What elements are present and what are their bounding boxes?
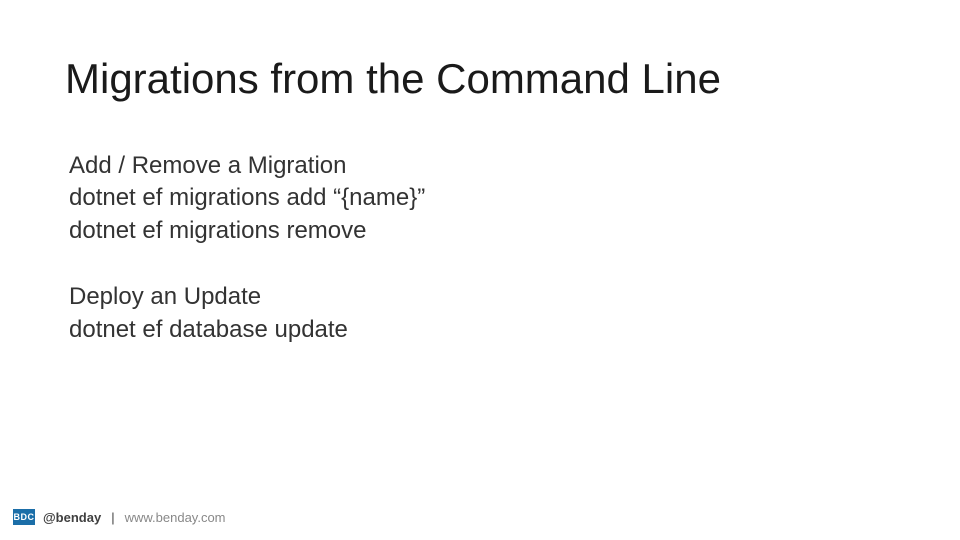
slide: Migrations from the Command Line Add / R… (0, 0, 960, 540)
command-line: dotnet ef migrations remove (69, 215, 425, 247)
section-heading: Add / Remove a Migration (69, 150, 425, 182)
logo-badge: BDC (13, 509, 35, 525)
section-add-remove: Add / Remove a Migration dotnet ef migra… (69, 150, 425, 247)
section-heading: Deploy an Update (69, 281, 425, 313)
section-deploy: Deploy an Update dotnet ef database upda… (69, 281, 425, 346)
command-line: dotnet ef database update (69, 314, 425, 346)
website-url: www.benday.com (125, 510, 226, 525)
command-line: dotnet ef migrations add “{name}” (69, 182, 425, 214)
separator: | (111, 510, 114, 525)
slide-body: Add / Remove a Migration dotnet ef migra… (69, 150, 425, 380)
footer: BDC @benday | www.benday.com (13, 509, 226, 525)
twitter-handle: @benday (43, 510, 101, 525)
slide-title: Migrations from the Command Line (65, 55, 721, 103)
